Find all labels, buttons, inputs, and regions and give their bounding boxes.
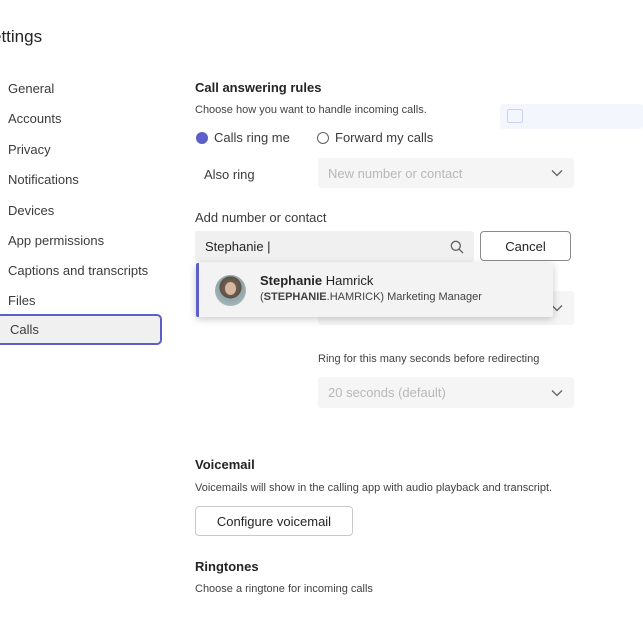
nav-item-label: Calls — [10, 322, 39, 337]
configure-voicemail-button[interactable]: Configure voicemail — [195, 506, 353, 536]
add-contact-label: Add number or contact — [195, 210, 327, 225]
suggestion-first-name: Stephanie — [260, 273, 323, 288]
suggestion-description: (STEPHANIE.HAMRICK) Marketing Manager — [260, 291, 482, 303]
ringtones-description: Choose a ringtone for incoming calls — [195, 583, 373, 595]
redirect-label: Ring for this many seconds before redire… — [318, 353, 540, 365]
chevron-down-icon — [550, 386, 564, 400]
nav-item-label: Devices — [8, 202, 55, 218]
avatar — [215, 275, 246, 306]
ringtones-heading: Ringtones — [195, 559, 259, 574]
background-checkbox — [507, 109, 523, 123]
redirect-seconds-dropdown[interactable]: 20 seconds (default) — [318, 377, 574, 408]
nav-item-files[interactable]: Files — [0, 285, 162, 315]
suggestion-name: Stephanie Hamrick — [260, 273, 373, 288]
nav-item-label: App permissions — [8, 232, 105, 248]
contact-search-input[interactable]: Stephanie | — [195, 231, 474, 262]
voicemail-description: Voicemails will show in the calling app … — [195, 482, 553, 494]
nav-item-captions[interactable]: Captions and transcripts — [0, 255, 162, 285]
voicemail-heading: Voicemail — [195, 457, 255, 472]
also-ring-placeholder: New number or contact — [328, 165, 463, 181]
nav-item-label: Notifications — [8, 171, 79, 187]
nav-item-app-permissions[interactable]: App permissions — [0, 225, 162, 255]
radio-selected-icon — [196, 131, 208, 144]
nav-item-label: Accounts — [8, 110, 62, 126]
page-title: ettings — [0, 27, 43, 46]
suggestion-desc-rest: .HAMRICK) Marketing Manager — [326, 291, 482, 303]
search-text: Stephanie | — [205, 239, 271, 254]
nav-item-notifications[interactable]: Notifications — [0, 164, 162, 194]
nav-item-devices[interactable]: Devices — [0, 195, 162, 225]
chevron-down-icon — [550, 166, 564, 180]
contact-suggestion[interactable]: Stephanie Hamrick (STEPHANIE.HAMRICK) Ma… — [196, 263, 553, 317]
nav-item-label: Captions and transcripts — [8, 262, 149, 278]
also-ring-dropdown[interactable]: New number or contact — [318, 158, 574, 188]
call-answering-heading: Call answering rules — [195, 80, 322, 95]
suggestion-last-name: Hamrick — [322, 273, 374, 288]
nav-item-label: Privacy — [8, 141, 51, 157]
radio-forward-calls[interactable]: Forward my calls — [317, 130, 433, 145]
cancel-button[interactable]: Cancel — [480, 231, 571, 261]
nav-item-label: Files — [8, 292, 36, 308]
call-answering-description: Choose how you want to handle incoming c… — [195, 104, 427, 116]
redirect-value: 20 seconds (default) — [328, 385, 446, 400]
nav-item-privacy[interactable]: Privacy — [0, 134, 162, 164]
radio-calls-ring-me[interactable]: Calls ring me — [196, 130, 290, 145]
nav-item-label: General — [8, 80, 55, 96]
suggestion-desc-bold: STEPHANIE — [263, 291, 327, 303]
search-icon[interactable] — [450, 240, 464, 254]
nav-item-calls[interactable]: Calls — [0, 314, 162, 345]
nav-item-accounts[interactable]: Accounts — [0, 103, 162, 133]
nav-item-general[interactable]: General — [0, 73, 162, 103]
radio-unselected-icon — [317, 131, 329, 144]
radio-label: Calls ring me — [214, 130, 290, 145]
also-ring-label: Also ring — [204, 167, 255, 182]
radio-label: Forward my calls — [335, 130, 434, 145]
